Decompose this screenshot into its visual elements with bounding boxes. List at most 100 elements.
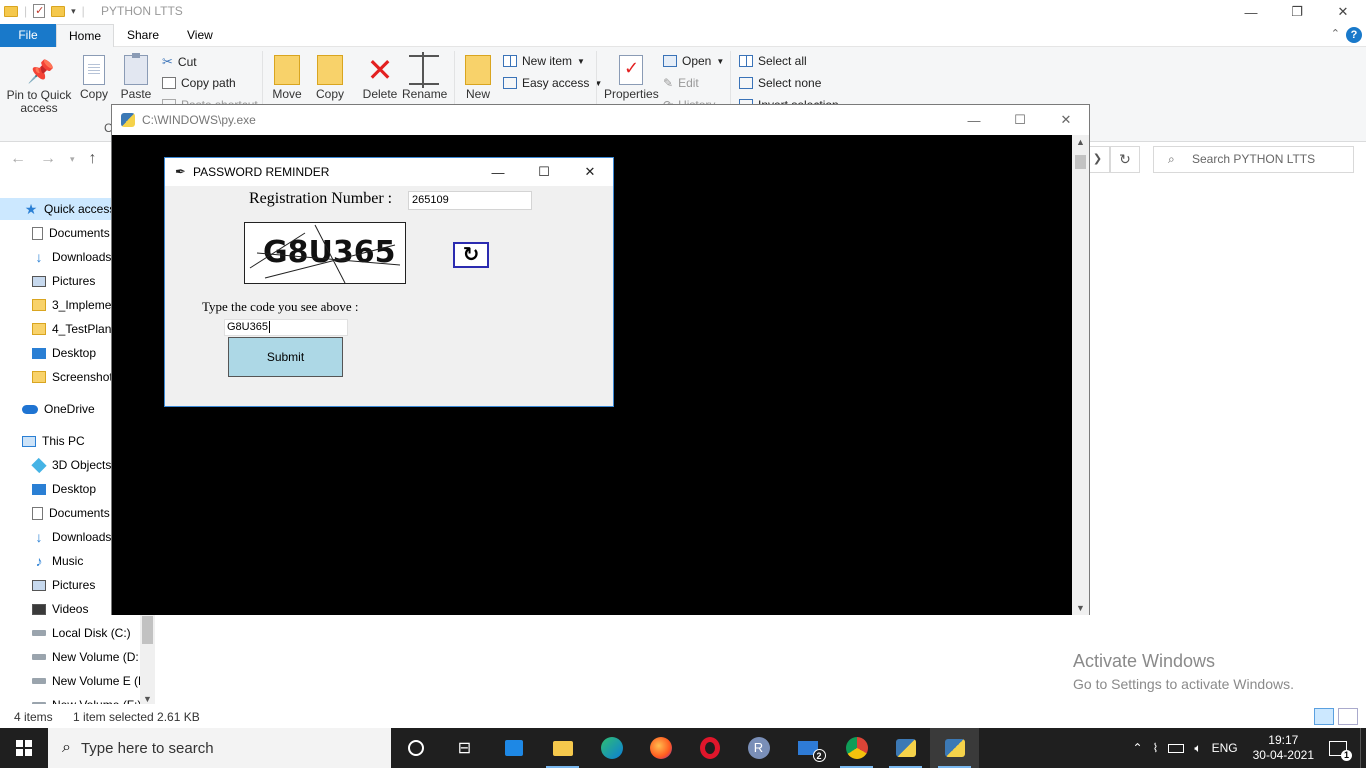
minimize-button[interactable]: —: [1228, 0, 1274, 24]
copy-path-button[interactable]: Copy path: [162, 76, 236, 90]
search-input[interactable]: ⌕ Search PYTHON LTTS: [1153, 146, 1354, 173]
scrollbar-thumb[interactable]: [1075, 155, 1086, 169]
tab-view[interactable]: View: [175, 24, 225, 47]
chrome-button[interactable]: [832, 728, 881, 768]
refresh-button[interactable]: ↻: [1110, 146, 1140, 173]
edge-button[interactable]: [587, 728, 636, 768]
collapse-ribbon-icon[interactable]: ⌃: [1331, 27, 1340, 40]
sidebar-item[interactable]: Documents: [32, 222, 110, 244]
properties-button[interactable]: Properties: [604, 55, 659, 101]
forward-arrow-icon[interactable]: →: [40, 150, 56, 168]
sidebar-item[interactable]: Videos: [32, 598, 88, 620]
sidebar-item[interactable]: New Volume (F:): [32, 694, 141, 704]
qat-dropdown-icon[interactable]: ▾: [71, 6, 76, 17]
restore-button[interactable]: ❐: [1274, 0, 1320, 24]
sidebar-item[interactable]: ↓ Downloads: [32, 526, 112, 548]
sidebar-item[interactable]: 3_Impleme: [32, 294, 111, 316]
tab-share[interactable]: Share: [115, 24, 171, 47]
sidebar-item[interactable]: ♪ Music: [32, 550, 84, 572]
back-arrow-icon[interactable]: ←: [10, 150, 26, 168]
start-button[interactable]: [0, 728, 48, 768]
edit-button[interactable]: ✎ Edit: [663, 76, 699, 90]
show-desktop-button[interactable]: [1360, 728, 1366, 768]
tab-file[interactable]: File: [0, 24, 56, 47]
copy-button[interactable]: Copy: [78, 55, 110, 101]
scroll-up-icon[interactable]: ▲: [1076, 137, 1085, 147]
dialog-close-button[interactable]: ✕: [567, 158, 613, 186]
console-close-button[interactable]: ✕: [1043, 105, 1089, 135]
properties-qat-icon[interactable]: [33, 4, 46, 18]
volume-icon[interactable]: 🔈︎: [1194, 741, 1201, 756]
sidebar-item[interactable]: 3D Objects: [31, 454, 111, 476]
console-scrollbar[interactable]: ▲ ▼: [1072, 135, 1089, 615]
scroll-down-icon[interactable]: ▼: [1076, 603, 1085, 613]
sidebar-item[interactable]: New Volume (D:: [32, 646, 139, 668]
search-icon: ⌕: [1168, 152, 1175, 166]
console-maximize-button[interactable]: ☐: [997, 105, 1043, 135]
scrollbar-thumb[interactable]: [142, 616, 153, 644]
sidebar-item[interactable]: Documents: [32, 502, 110, 524]
tab-home[interactable]: Home: [56, 24, 115, 47]
network-icon[interactable]: ⌇: [1153, 741, 1159, 755]
large-icons-view-button[interactable]: [1338, 708, 1358, 725]
cut-button[interactable]: ✂ Cut: [162, 54, 197, 70]
paste-button[interactable]: Paste: [120, 53, 152, 101]
console-minimize-button[interactable]: —: [951, 105, 997, 135]
sidebar-item[interactable]: Pictures: [32, 270, 95, 292]
open-button[interactable]: Open ▼: [663, 54, 724, 68]
refresh-captcha-button[interactable]: ↻: [453, 242, 489, 268]
file-explorer-button[interactable]: [538, 728, 587, 768]
captcha-code-input[interactable]: G8U365: [224, 319, 348, 336]
sidebar-item[interactable]: Screenshot: [32, 366, 113, 388]
activation-watermark: Activate Windows Go to Settings to activ…: [1073, 651, 1294, 692]
new-folder-button[interactable]: New: [464, 55, 492, 101]
r-app-button[interactable]: R: [734, 728, 783, 768]
clock[interactable]: 19:17 30-04-2021: [1253, 733, 1314, 763]
close-button[interactable]: ✕: [1320, 0, 1366, 24]
music-icon: ♪: [35, 552, 43, 569]
sidebar-item[interactable]: This PC: [22, 430, 85, 452]
sidebar-item-label: 4_TestPlan: [52, 322, 112, 336]
python-console-button[interactable]: [930, 728, 979, 768]
battery-icon[interactable]: [1168, 743, 1185, 753]
new-item-button[interactable]: New item ▼: [503, 54, 585, 68]
show-hidden-icons-icon[interactable]: ⌃: [1132, 741, 1142, 755]
sidebar-item[interactable]: Desktop: [32, 478, 96, 500]
task-view-button[interactable]: ⊟: [440, 728, 489, 768]
pin-quick-access-button[interactable]: 📌 Pin to Quick access: [4, 57, 74, 115]
select-all-button[interactable]: Select all: [739, 54, 807, 68]
up-arrow-icon[interactable]: ↑: [89, 150, 97, 168]
python-idle-button[interactable]: [881, 728, 930, 768]
cortana-button[interactable]: [391, 728, 440, 768]
sidebar-item[interactable]: New Volume E (E: [32, 670, 146, 692]
details-view-button[interactable]: [1314, 708, 1334, 725]
action-center-icon[interactable]: 1: [1329, 740, 1352, 761]
dialog-minimize-button[interactable]: —: [475, 158, 521, 186]
videos-icon: [32, 603, 46, 615]
move-to-button[interactable]: Move: [270, 55, 304, 101]
easy-access-button[interactable]: Easy access ▼: [503, 76, 602, 90]
sidebar-item[interactable]: ↓ Downloads: [32, 246, 112, 268]
sidebar-item[interactable]: Local Disk (C:): [32, 622, 131, 644]
sidebar-item[interactable]: Pictures: [32, 574, 95, 596]
sidebar-item[interactable]: Desktop: [32, 342, 96, 364]
delete-button[interactable]: ✕ Delete: [361, 54, 399, 101]
store-button[interactable]: [489, 728, 538, 768]
language-indicator[interactable]: ENG: [1212, 741, 1238, 755]
select-none-button[interactable]: Select none: [739, 76, 821, 90]
opera-button[interactable]: [685, 728, 734, 768]
help-icon[interactable]: ?: [1346, 27, 1362, 43]
recent-locations-icon[interactable]: ▾: [70, 150, 75, 168]
taskbar-search-box[interactable]: ⌕ Type here to search: [48, 728, 391, 768]
scroll-down-icon[interactable]: ▼: [143, 694, 152, 704]
sidebar-item[interactable]: 4_TestPlan: [32, 318, 111, 340]
registration-number-input[interactable]: 265109: [408, 191, 532, 210]
dialog-maximize-button[interactable]: ☐: [521, 158, 567, 186]
copy-to-button[interactable]: Copy: [313, 55, 347, 101]
rename-button[interactable]: Rename: [402, 52, 447, 101]
new-folder-qat-icon[interactable]: [51, 5, 66, 17]
firefox-button[interactable]: [636, 728, 685, 768]
sidebar-item[interactable]: OneDrive: [22, 398, 95, 420]
submit-button[interactable]: Submit: [228, 337, 343, 377]
mail-button[interactable]: 2: [783, 728, 832, 768]
